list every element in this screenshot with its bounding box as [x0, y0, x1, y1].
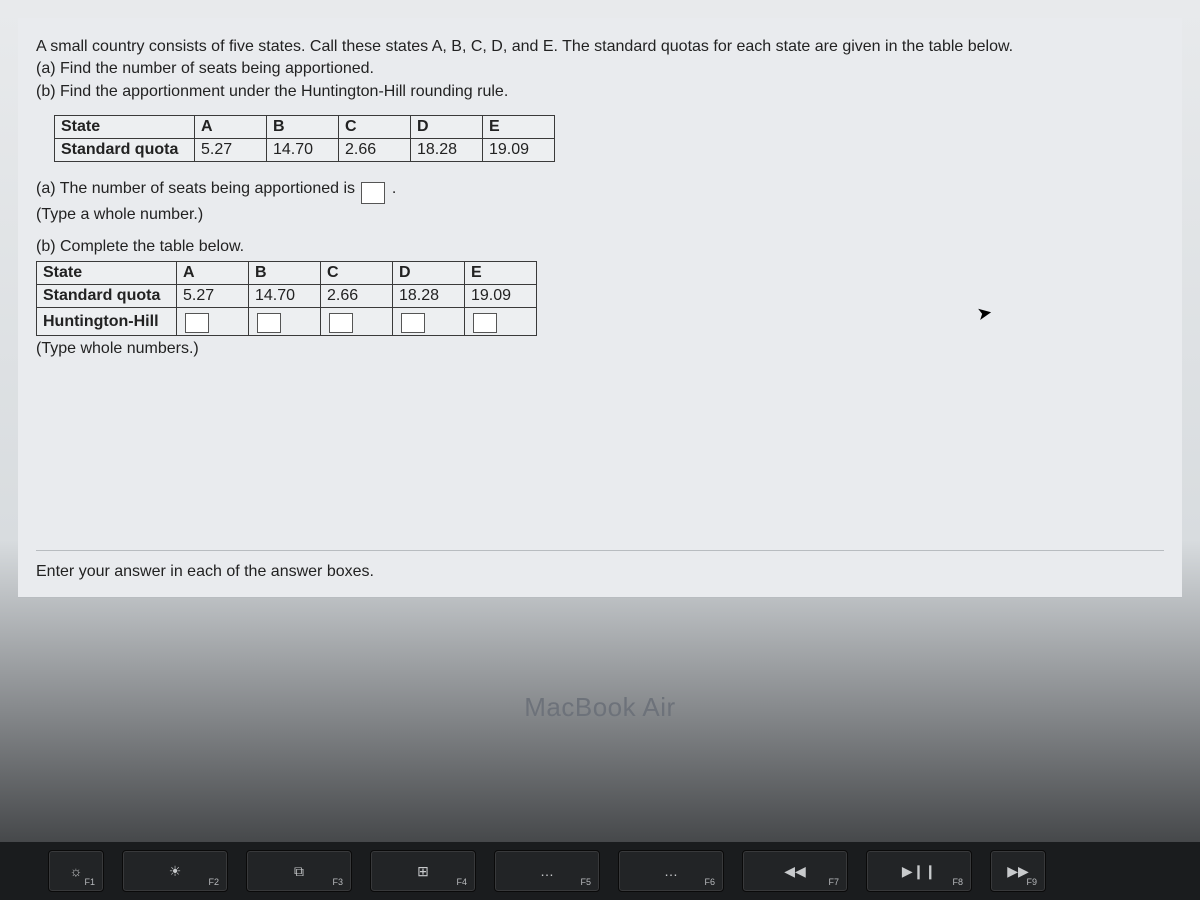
- quota-table: State A B C D E Standard quota 5.27 14.7…: [54, 115, 555, 162]
- state-col: A: [195, 116, 267, 139]
- key-label: F5: [580, 877, 591, 887]
- key-label: F8: [952, 877, 963, 887]
- state-row-header: State: [37, 262, 177, 285]
- key-label: F7: [828, 877, 839, 887]
- part-b-hint: (Type whole numbers.): [36, 340, 1164, 358]
- state-col: C: [339, 116, 411, 139]
- macbook-brand-label: MacBook Air: [0, 692, 1200, 723]
- play-pause-icon: ▶❙❙: [902, 864, 936, 878]
- keyboard-bright-icon: …: [664, 864, 678, 878]
- key-label: F3: [332, 877, 343, 887]
- hh-input-e[interactable]: [473, 313, 497, 333]
- state-col: E: [465, 262, 537, 285]
- state-col: A: [177, 262, 249, 285]
- state-row-header: State: [55, 116, 195, 139]
- quota-cell: 18.28: [393, 285, 465, 308]
- state-col: B: [249, 262, 321, 285]
- problem-intro: A small country consists of five states.…: [36, 36, 1164, 103]
- key-f9: ▶▶ F9: [990, 850, 1046, 892]
- table-row: Standard quota 5.27 14.70 2.66 18.28 19.…: [55, 139, 555, 162]
- key-f8: ▶❙❙ F8: [866, 850, 972, 892]
- part-a-hint: (Type a whole number.): [36, 206, 1164, 224]
- fast-forward-icon: ▶▶: [1007, 864, 1029, 878]
- state-col: B: [267, 116, 339, 139]
- problem-panel: A small country consists of five states.…: [18, 18, 1182, 598]
- quota-cell: 2.66: [321, 285, 393, 308]
- state-col: D: [393, 262, 465, 285]
- hh-cell: [321, 308, 393, 336]
- table-row: Standard quota 5.27 14.70 2.66 18.28 19.…: [37, 285, 537, 308]
- quota-row-header: Standard quota: [37, 285, 177, 308]
- quota-cell: 5.27: [195, 139, 267, 162]
- state-col: E: [483, 116, 555, 139]
- part-a-period: .: [392, 180, 396, 197]
- hh-cell: [177, 308, 249, 336]
- apportionment-table: State A B C D E Standard quota 5.27 14.7…: [36, 261, 537, 336]
- brightness-up-icon: ☀: [169, 864, 182, 878]
- part-a-find: (a) Find the number of seats being appor…: [36, 60, 374, 77]
- table-row: State A B C D E: [55, 116, 555, 139]
- mission-control-icon: ⧉: [294, 864, 304, 878]
- key-f2: ☀ F2: [122, 850, 228, 892]
- cursor-icon: ➤: [975, 302, 994, 325]
- key-label: F1: [84, 877, 95, 887]
- table-row: State A B C D E: [37, 262, 537, 285]
- table-row: Huntington-Hill: [37, 308, 537, 336]
- key-label: F6: [704, 877, 715, 887]
- key-f3: ⧉ F3: [246, 850, 352, 892]
- key-f4: ⊞ F4: [370, 850, 476, 892]
- hh-cell: [465, 308, 537, 336]
- part-a-line: (a) The number of seats being apportione…: [36, 176, 1164, 204]
- quota-cell: 19.09: [465, 285, 537, 308]
- hh-cell: [393, 308, 465, 336]
- rewind-icon: ◀◀: [784, 864, 806, 878]
- part-a-prompt: (a) The number of seats being apportione…: [36, 180, 355, 197]
- state-col: C: [321, 262, 393, 285]
- launchpad-icon: ⊞: [417, 864, 429, 878]
- seats-input[interactable]: [361, 182, 385, 204]
- quota-cell: 19.09: [483, 139, 555, 162]
- hh-input-a[interactable]: [185, 313, 209, 333]
- keyboard-dim-icon: …: [540, 864, 554, 878]
- key-f5: … F5: [494, 850, 600, 892]
- quota-row-header: Standard quota: [55, 139, 195, 162]
- part-b-find: (b) Find the apportionment under the Hun…: [36, 83, 508, 100]
- key-f1: ☼ F1: [48, 850, 104, 892]
- key-label: F4: [456, 877, 467, 887]
- hh-input-c[interactable]: [329, 313, 353, 333]
- function-key-row: ☼ F1 ☀ F2 ⧉ F3 ⊞ F4 … F5 … F6 ◀◀ F7 ▶❙❙ …: [0, 842, 1200, 900]
- key-f6: … F6: [618, 850, 724, 892]
- quota-cell: 5.27: [177, 285, 249, 308]
- hh-input-d[interactable]: [401, 313, 425, 333]
- hh-input-b[interactable]: [257, 313, 281, 333]
- quota-cell: 14.70: [267, 139, 339, 162]
- quota-cell: 18.28: [411, 139, 483, 162]
- footer-instruction: Enter your answer in each of the answer …: [36, 550, 1164, 581]
- state-col: D: [411, 116, 483, 139]
- part-b-prompt: (b) Complete the table below.: [36, 234, 1164, 260]
- brightness-down-icon: ☼: [70, 864, 83, 878]
- quota-cell: 14.70: [249, 285, 321, 308]
- key-label: F2: [208, 877, 219, 887]
- key-label: F9: [1026, 877, 1037, 887]
- intro-text: A small country consists of five states.…: [36, 38, 1013, 55]
- key-f7: ◀◀ F7: [742, 850, 848, 892]
- hh-cell: [249, 308, 321, 336]
- quota-cell: 2.66: [339, 139, 411, 162]
- hh-row-header: Huntington-Hill: [37, 308, 177, 336]
